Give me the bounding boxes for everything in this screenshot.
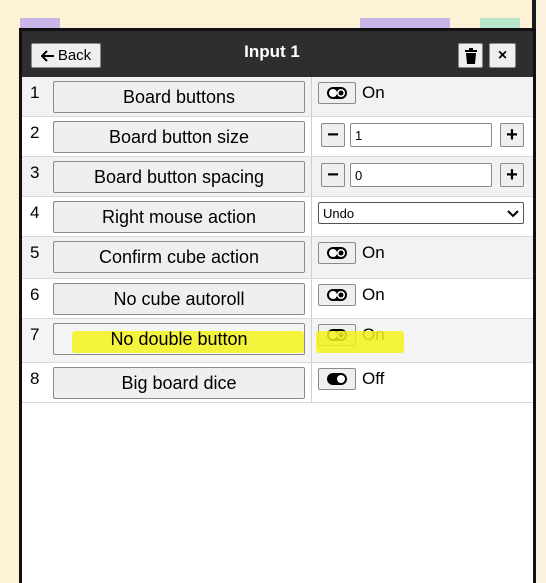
toggle-state-label: On <box>362 83 385 102</box>
column-divider <box>311 237 312 278</box>
row-number: 2 <box>30 123 40 142</box>
row-number: 1 <box>30 83 40 102</box>
input-settings-panel: Back Input 1 × 1 Board buttons On 2 Board bu… <box>19 28 536 583</box>
settings-row: 8 Big board dice Off <box>22 363 533 403</box>
setting-name-button[interactable]: Right mouse action <box>53 201 305 233</box>
action-select[interactable]: Undo <box>318 202 524 224</box>
settings-row: 4 Right mouse action Undo <box>22 197 533 237</box>
close-button[interactable]: × <box>489 43 516 68</box>
delete-button[interactable] <box>458 43 483 68</box>
settings-list: 1 Board buttons On 2 Board button size− +3 Boa… <box>22 77 533 403</box>
back-label: Back <box>57 47 92 64</box>
toggle-on-icon[interactable] <box>318 82 356 104</box>
settings-row: 2 Board button size− + <box>22 117 533 157</box>
decrement-button[interactable]: − <box>321 163 345 187</box>
setting-name-button[interactable]: No cube autoroll <box>53 283 305 315</box>
row-number: 3 <box>30 163 40 182</box>
chevron-down-icon <box>507 206 519 221</box>
settings-row: 3 Board button spacing− + <box>22 157 533 197</box>
number-input[interactable] <box>350 123 492 147</box>
column-divider <box>311 157 312 196</box>
panel-header: Back Input 1 × <box>22 31 533 77</box>
column-divider <box>311 197 312 236</box>
settings-row: 1 Board buttons On <box>22 77 533 117</box>
settings-row: 7No double buttonOn <box>22 319 533 363</box>
number-input[interactable] <box>350 163 492 187</box>
row-number: 6 <box>30 285 40 304</box>
toggle-on-icon[interactable] <box>318 284 356 306</box>
setting-name-button[interactable]: No double button <box>53 323 305 355</box>
row-number: 8 <box>30 369 40 388</box>
toggle-state-label: Off <box>362 369 385 388</box>
setting-name-button[interactable]: Big board dice <box>53 367 305 399</box>
back-button[interactable]: Back <box>31 43 101 68</box>
trash-icon <box>464 47 477 64</box>
column-divider <box>311 363 312 402</box>
select-value: Undo <box>323 205 355 221</box>
column-divider <box>311 279 312 318</box>
row-number: 7 <box>30 325 40 344</box>
settings-row: 6 No cube autoroll On <box>22 279 533 319</box>
highlight-mark <box>316 331 404 353</box>
increment-button[interactable]: + <box>500 123 524 147</box>
setting-name-button[interactable]: Board buttons <box>53 81 305 113</box>
background-top <box>0 0 546 30</box>
toggle-state-label: On <box>362 243 385 262</box>
panel-title: Input 1 <box>244 42 300 61</box>
setting-name-button[interactable]: Board button size <box>53 121 305 153</box>
column-divider <box>311 319 312 362</box>
decrement-button[interactable]: − <box>321 123 345 147</box>
setting-name-button[interactable]: Confirm cube action <box>53 241 305 273</box>
setting-name-button[interactable]: Board button spacing <box>53 161 305 193</box>
increment-button[interactable]: + <box>500 163 524 187</box>
column-divider <box>311 117 312 156</box>
row-number: 5 <box>30 243 40 262</box>
row-number: 4 <box>30 203 40 222</box>
toggle-on-icon[interactable] <box>318 242 356 264</box>
toggle-off-icon[interactable] <box>318 368 356 390</box>
settings-row: 5 Confirm cube action On <box>22 237 533 279</box>
arrow-left-icon <box>40 49 54 62</box>
toggle-state-label: On <box>362 285 385 304</box>
column-divider <box>311 77 312 116</box>
